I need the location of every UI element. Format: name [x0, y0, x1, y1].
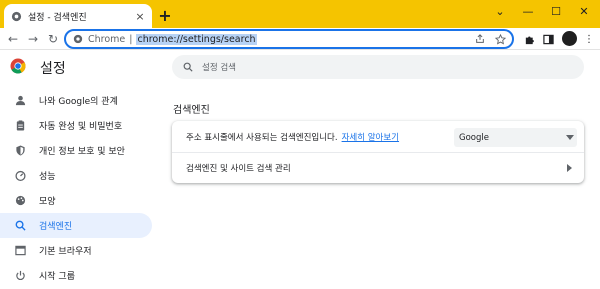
palette-icon [14, 195, 26, 207]
extensions-puzzle-icon[interactable] [522, 32, 536, 46]
search-engine-row: 주소 표시줄에서 사용되는 검색엔진입니다. 자세히 알아보기 Google [172, 121, 584, 153]
sidebar-item-on-startup[interactable]: 시작 그룹 [0, 263, 152, 288]
url-text[interactable]: chrome://settings/search [136, 33, 257, 45]
sidebar-item-label: 기본 브라우저 [39, 247, 92, 257]
settings-sidebar: 나와 Google의 관계 자동 완성 및 비밀번호 개인 정보 보호 및 보안… [0, 88, 152, 288]
sidebar-item-privacy[interactable]: 개인 정보 보호 및 보안 [0, 138, 152, 163]
chevron-right-icon [564, 163, 574, 173]
bookmark-star-icon[interactable] [494, 33, 506, 45]
profile-avatar[interactable] [562, 31, 577, 46]
search-engine-card: 주소 표시줄에서 사용되는 검색엔진입니다. 자세히 알아보기 Google 검… [172, 121, 584, 183]
menu-kebab-icon[interactable]: ⋮ [582, 32, 596, 46]
sidebar-item-appearance[interactable]: 모양 [0, 188, 152, 213]
sidebar-item-default-browser[interactable]: 기본 브라우저 [0, 238, 152, 263]
select-value: Google [459, 132, 489, 143]
close-tab-icon[interactable]: × [134, 10, 146, 23]
sidebar-item-autofill[interactable]: 자동 완성 및 비밀번호 [0, 113, 152, 138]
speedometer-icon [14, 170, 26, 182]
minimize-button[interactable]: — [516, 2, 540, 20]
maximize-button[interactable]: ☐ [544, 2, 568, 20]
sidebar-item-search-engine[interactable]: 검색엔진 [0, 213, 152, 238]
forward-button[interactable]: → [24, 30, 42, 48]
sidebar-item-label: 성능 [39, 172, 56, 182]
tab-search-icon[interactable]: ⌄ [488, 2, 512, 20]
search-icon [14, 220, 26, 232]
manage-search-engines-label: 검색엔진 및 사이트 검색 관리 [186, 164, 291, 174]
sidebar-item-label: 모양 [39, 197, 56, 207]
chrome-icon [72, 33, 84, 45]
sidebar-item-label: 개인 정보 보호 및 보안 [39, 147, 125, 157]
side-panel-icon[interactable] [541, 32, 555, 46]
share-icon[interactable] [474, 33, 486, 45]
tab-strip: 설정 - 검색엔진 × + ⌄ — ☐ ✕ [0, 0, 600, 28]
search-engine-select[interactable]: Google [454, 128, 577, 147]
sidebar-item-performance[interactable]: 성능 [0, 163, 152, 188]
settings-header: 설정 설정 검색 [0, 50, 600, 84]
dropdown-arrow-icon [563, 135, 577, 140]
chrome-settings-icon [10, 10, 22, 22]
reload-button[interactable]: ↻ [44, 30, 62, 48]
manage-search-engines-row[interactable]: 검색엔진 및 사이트 검색 관리 [172, 153, 584, 183]
search-engine-description: 주소 표시줄에서 사용되는 검색엔진입니다. [186, 132, 338, 143]
learn-more-link[interactable]: 자세히 알아보기 [342, 131, 399, 143]
section-title: 검색엔진 [173, 105, 210, 116]
close-window-button[interactable]: ✕ [572, 2, 596, 20]
address-bar[interactable]: Chrome | chrome://settings/search [64, 29, 514, 49]
url-separator: | [129, 33, 133, 45]
power-icon [14, 270, 26, 282]
tab-title: 설정 - 검색엔진 [28, 12, 87, 23]
sidebar-item-label: 시작 그룹 [39, 272, 75, 282]
new-tab-button[interactable]: + [156, 6, 174, 25]
sidebar-item-label: 검색엔진 [39, 222, 73, 232]
shield-icon [14, 145, 26, 157]
back-button[interactable]: ← [4, 30, 22, 48]
url-scheme-label: Chrome [88, 33, 126, 45]
search-icon [182, 61, 194, 73]
browser-tab[interactable]: 설정 - 검색엔진 × [4, 4, 152, 28]
person-icon [14, 95, 26, 107]
sidebar-item-label: 자동 완성 및 비밀번호 [39, 122, 123, 132]
search-placeholder: 설정 검색 [202, 63, 236, 73]
settings-search-input[interactable]: 설정 검색 [172, 55, 584, 79]
sidebar-item-you-and-google[interactable]: 나와 Google의 관계 [0, 88, 152, 113]
chrome-logo-icon [10, 58, 26, 74]
page-title: 설정 [40, 61, 66, 77]
browser-toolbar: ← → ↻ Chrome | chrome://settings/search … [0, 28, 600, 50]
clipboard-icon [14, 120, 26, 132]
browser-window-icon [14, 245, 26, 257]
sidebar-item-label: 나와 Google의 관계 [39, 97, 118, 107]
